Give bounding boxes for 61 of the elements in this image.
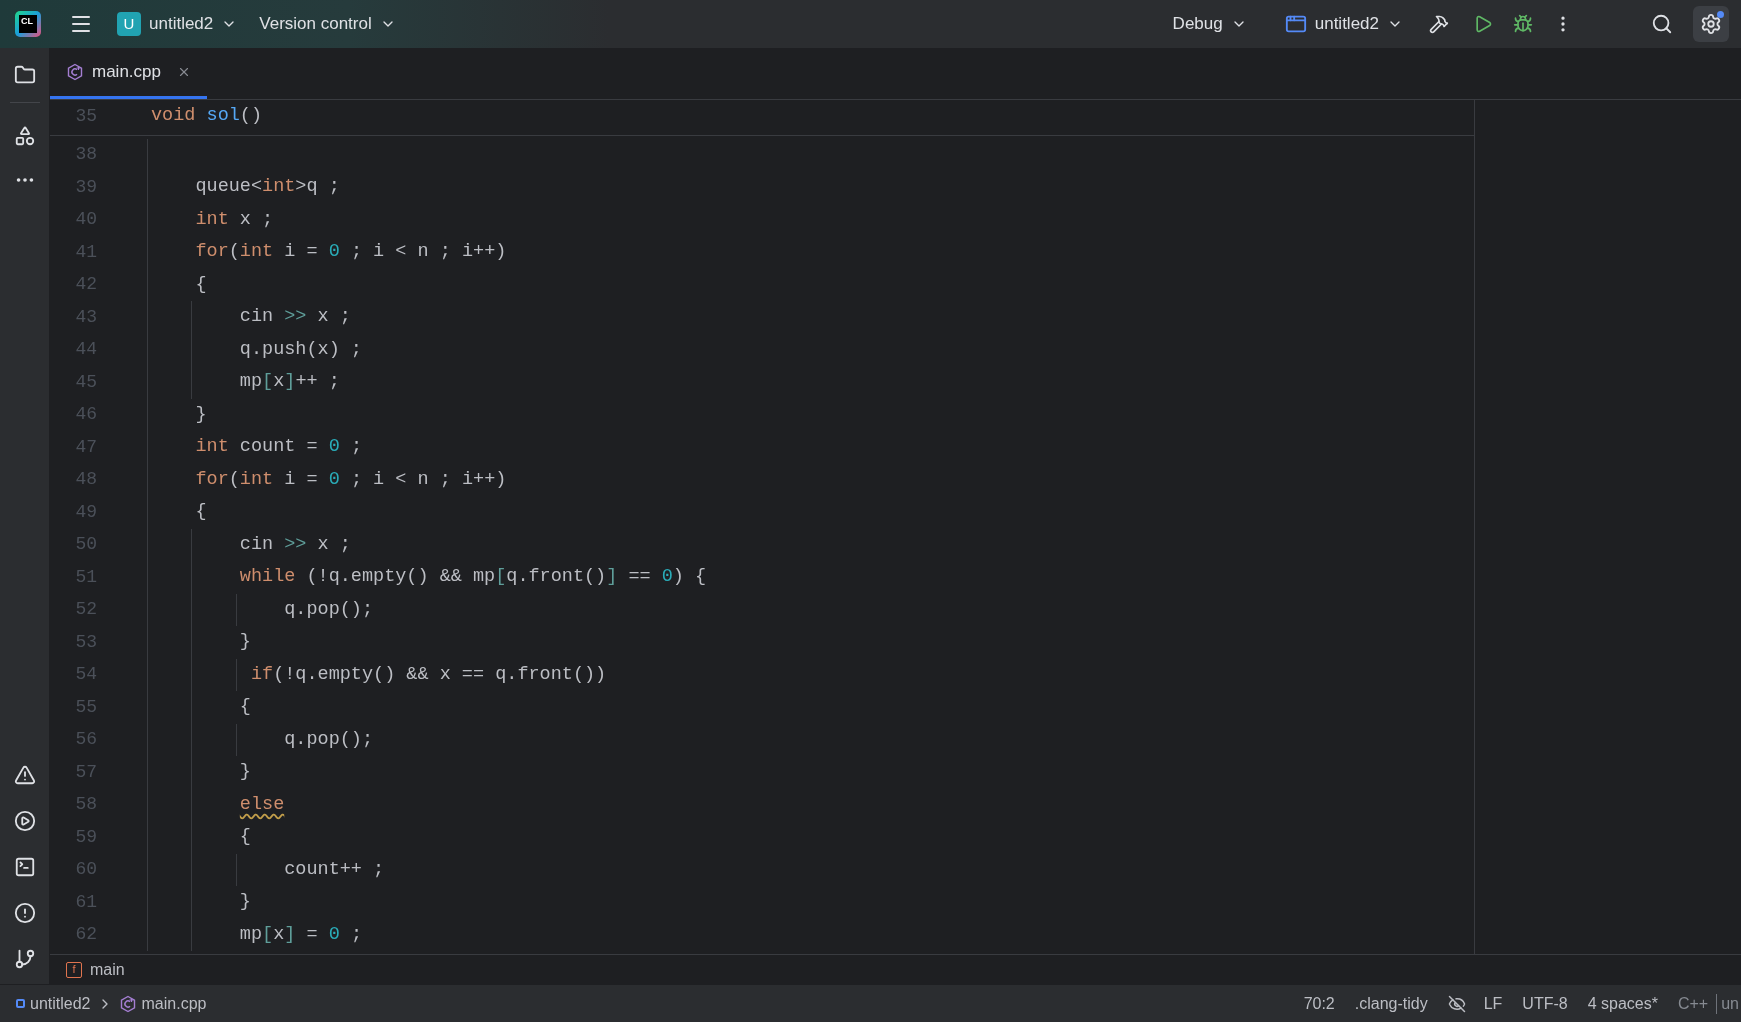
code-line: q.pop(); — [283, 597, 374, 622]
code-line: { — [194, 272, 207, 297]
code-line: while (!q.empty() && mp[q.front()] == 0) { — [238, 565, 707, 590]
settings-icon — [1700, 13, 1722, 35]
inspection-profile[interactable]: .clang-tidy — [1354, 991, 1428, 1016]
play-circle-icon[interactable] — [13, 810, 36, 832]
warning-icon[interactable] — [13, 764, 36, 786]
search-icon[interactable] — [1651, 13, 1673, 35]
folder-icon[interactable] — [13, 64, 36, 86]
project-selector[interactable]: U untitled2 — [117, 11, 238, 37]
code-line: void sol() — [151, 104, 263, 129]
breadcrumb-item[interactable]: main.cpp — [141, 991, 207, 1016]
cpp-file-icon — [66, 63, 84, 81]
status-item[interactable]: un — [1721, 991, 1741, 1016]
code-line: for(int i = 0 ; i < n ; i++) — [194, 467, 507, 492]
run-target-selector[interactable]: untitled2 — [1284, 11, 1403, 37]
code-line: { — [194, 500, 207, 525]
breadcrumb-item[interactable]: main — [90, 957, 125, 982]
settings-button[interactable] — [1693, 6, 1729, 42]
alert-circle-icon[interactable] — [13, 902, 36, 924]
code-line: count++ ; — [283, 857, 385, 882]
code-line: queue<int>q ; — [194, 175, 340, 200]
breadcrumb-item[interactable]: untitled2 — [30, 991, 91, 1016]
line-separator[interactable]: LF — [1483, 991, 1503, 1016]
language-label[interactable]: C++ — [1677, 991, 1709, 1016]
code-line: cin >> x ; — [238, 532, 351, 557]
run-icon[interactable] — [1473, 14, 1493, 34]
eye-off-icon[interactable] — [1447, 994, 1466, 1013]
indent-setting[interactable]: 4 spaces* — [1587, 991, 1658, 1016]
file-encoding[interactable]: UTF-8 — [1522, 991, 1568, 1016]
code-line: mp[x]++ ; — [238, 370, 340, 395]
version-control-menu[interactable]: Version control — [259, 11, 396, 37]
terminal-icon[interactable] — [13, 856, 36, 878]
code-line: } — [238, 630, 251, 655]
code-line: } — [194, 402, 207, 427]
app-logo[interactable]: CL — [15, 11, 41, 37]
structure-icon[interactable] — [13, 125, 36, 147]
caret-position[interactable]: 70:2 — [1303, 991, 1335, 1016]
code-line: else — [238, 792, 285, 817]
code-line: if(!q.empty() && x == q.front()) — [249, 662, 607, 687]
code-line: q.pop(); — [283, 727, 374, 752]
code-line: } — [238, 890, 251, 915]
hammer-icon[interactable] — [1429, 14, 1449, 34]
code-line: int count = 0 ; — [194, 435, 362, 460]
editor-tab[interactable]: main.cpp — [50, 48, 207, 99]
module-icon — [16, 999, 25, 1008]
code-line: q.push(x) ; — [238, 337, 362, 362]
code-line: mp[x] = 0 ; — [238, 922, 363, 947]
code-line: int x ; — [194, 207, 274, 232]
function-icon: f — [66, 961, 82, 978]
cpp-file-icon — [118, 994, 137, 1013]
code-line: for(int i = 0 ; i < n ; i++) — [194, 240, 507, 265]
code-line: } — [238, 760, 251, 785]
git-branch-icon[interactable] — [13, 948, 36, 970]
window-icon — [1284, 13, 1307, 35]
bug-icon[interactable] — [1513, 14, 1533, 34]
code-line: { — [238, 695, 251, 720]
code-line: cin >> x ; — [238, 305, 351, 330]
code-line: { — [238, 825, 251, 850]
close-icon[interactable] — [177, 65, 191, 79]
build-config-selector[interactable]: Debug — [1172, 11, 1247, 37]
